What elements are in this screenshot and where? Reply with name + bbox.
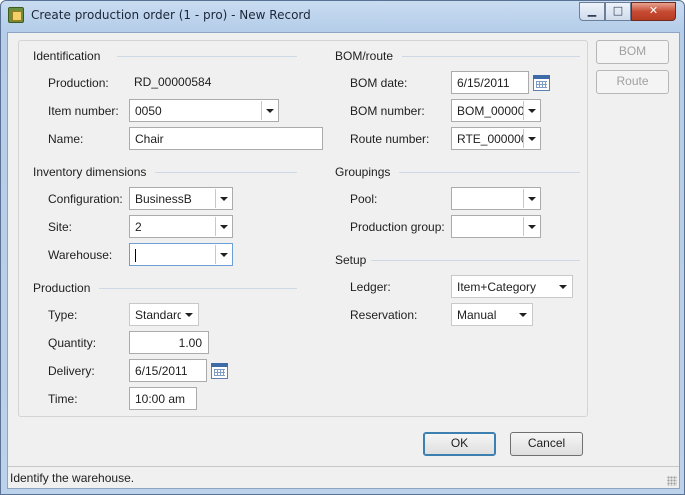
route-button[interactable]: Route	[596, 70, 669, 94]
ledger-label: Ledger:	[350, 280, 391, 294]
reservation-value: Manual	[457, 308, 497, 322]
quantity-value: 1.00	[178, 336, 202, 350]
delivery-label: Delivery:	[48, 364, 95, 378]
status-bar: Identify the warehouse.	[8, 466, 679, 488]
delivery-value: 6/15/2011	[135, 364, 188, 378]
dropdown-arrow-icon[interactable]	[523, 101, 539, 120]
dropdown-arrow-icon[interactable]	[181, 305, 197, 324]
production-value: RD_00000584	[134, 75, 212, 89]
bom-number-label: BOM number:	[350, 104, 425, 118]
quantity-label: Quantity:	[48, 336, 97, 350]
dropdown-arrow-icon[interactable]	[523, 129, 539, 148]
name-input[interactable]: Chair	[129, 127, 323, 150]
text-caret	[135, 249, 136, 263]
section-divider	[402, 56, 580, 57]
bom-button[interactable]: BOM	[596, 40, 669, 64]
route-number-label: Route number:	[350, 132, 430, 146]
bom-number-value: BOM_000000	[457, 104, 532, 118]
warehouse-combobox[interactable]	[129, 243, 233, 266]
section-production-title: Production	[33, 281, 91, 295]
cancel-button[interactable]: Cancel	[510, 432, 583, 456]
configuration-combobox[interactable]: BusinessB	[129, 187, 233, 210]
dropdown-arrow-icon[interactable]	[215, 245, 231, 264]
maximize-button[interactable]: □	[605, 2, 631, 21]
production-group-combobox[interactable]	[451, 215, 541, 238]
bom-date-value: 6/15/2011	[457, 76, 510, 90]
reservation-label: Reservation:	[350, 308, 418, 322]
form-panel: Identification Production: RD_00000584 I…	[18, 40, 588, 417]
section-inventory-dimensions-title: Inventory dimensions	[33, 165, 147, 179]
site-value: 2	[135, 220, 142, 234]
production-label: Production:	[48, 76, 109, 90]
item-number-value: 0050	[135, 104, 162, 118]
dropdown-arrow-icon[interactable]	[523, 189, 539, 208]
time-value: 10:00 am	[135, 392, 186, 406]
section-bom-route-title: BOM/route	[335, 49, 394, 63]
site-combobox[interactable]: 2	[129, 215, 233, 238]
name-label: Name:	[48, 132, 84, 146]
name-value: Chair	[135, 132, 164, 146]
dialog-window: Create production order (1 - pro) - New …	[0, 0, 685, 495]
ledger-select[interactable]: Item+Category	[451, 275, 573, 298]
section-divider	[99, 288, 297, 289]
production-field: RD_00000584	[128, 70, 216, 93]
dropdown-arrow-icon[interactable]	[515, 305, 531, 324]
route-number-combobox[interactable]: RTE_0000000	[451, 127, 541, 150]
bom-date-label: BOM date:	[350, 76, 408, 90]
section-identification-title: Identification	[33, 49, 101, 63]
section-divider	[371, 260, 580, 261]
section-setup-title: Setup	[335, 253, 367, 267]
app-icon	[8, 7, 24, 23]
close-button[interactable]: ✕	[631, 2, 676, 21]
type-select[interactable]: Standard	[129, 303, 199, 326]
warehouse-label: Warehouse:	[48, 248, 113, 262]
item-number-combobox[interactable]: 0050	[129, 99, 279, 122]
ok-button[interactable]: OK	[423, 432, 496, 456]
window-title: Create production order (1 - pro) - New …	[31, 8, 311, 22]
quantity-input[interactable]: 1.00	[129, 331, 209, 354]
reservation-select[interactable]: Manual	[451, 303, 533, 326]
title-bar[interactable]: Create production order (1 - pro) - New …	[1, 1, 684, 31]
status-text: Identify the warehouse.	[10, 471, 135, 485]
bom-number-combobox[interactable]: BOM_000000	[451, 99, 541, 122]
type-label: Type:	[48, 308, 78, 322]
minimize-button[interactable]: ▁	[579, 2, 605, 21]
ledger-value: Item+Category	[457, 280, 537, 294]
section-groupings-title: Groupings	[335, 165, 391, 179]
delivery-date-input[interactable]: 6/15/2011	[129, 359, 207, 382]
section-divider	[399, 172, 580, 173]
calendar-icon[interactable]	[211, 363, 228, 379]
site-label: Site:	[48, 220, 73, 234]
item-number-label: Item number:	[48, 104, 119, 118]
time-label: Time:	[48, 392, 78, 406]
dropdown-arrow-icon[interactable]	[261, 101, 277, 120]
bom-date-input[interactable]: 6/15/2011	[451, 71, 529, 94]
dialog-client-area: Identification Production: RD_00000584 I…	[7, 32, 680, 489]
configuration-value: BusinessB	[135, 192, 192, 206]
dropdown-arrow-icon[interactable]	[523, 217, 539, 236]
time-input[interactable]: 10:00 am	[129, 387, 197, 410]
dropdown-arrow-icon[interactable]	[215, 189, 231, 208]
type-value: Standard	[135, 308, 184, 322]
pool-combobox[interactable]	[451, 187, 541, 210]
resize-grip-icon[interactable]	[667, 476, 677, 486]
production-group-label: Production group:	[350, 220, 445, 234]
section-divider	[155, 172, 297, 173]
dropdown-arrow-icon[interactable]	[555, 277, 571, 296]
configuration-label: Configuration:	[48, 192, 123, 206]
calendar-icon[interactable]	[533, 75, 550, 91]
section-divider	[117, 56, 297, 57]
pool-label: Pool:	[350, 192, 378, 206]
dropdown-arrow-icon[interactable]	[215, 217, 231, 236]
